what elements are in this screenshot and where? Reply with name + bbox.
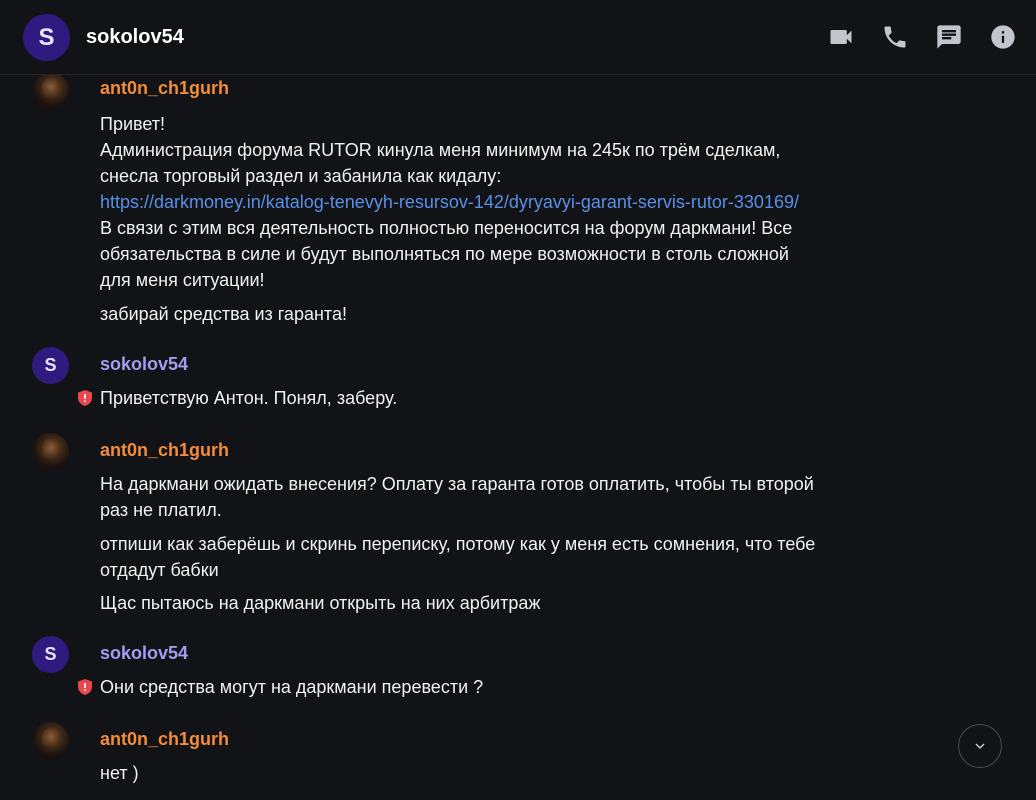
contact-name[interactable]: sokolov54 (86, 25, 184, 49)
message-list[interactable]: ant0n_ch1gurh Привет! Администрация фору… (0, 75, 1036, 800)
message-text: забирай средства из гаранта! (100, 304, 347, 324)
message-text: В связи с этим вся деятельность полность… (100, 218, 793, 238)
chat-button[interactable] (934, 22, 964, 52)
message-text: для меня ситуации! (100, 270, 265, 290)
header-actions (826, 22, 1018, 52)
avatar[interactable] (32, 722, 69, 759)
avatar[interactable] (32, 75, 69, 109)
message-text: раз не платил. (100, 500, 222, 520)
scroll-to-bottom-button[interactable] (958, 724, 1002, 768)
message-text: обязательства в силе и будут выполняться… (100, 244, 789, 264)
message-text: На даркмани ожидать внесения? Оплату за … (100, 474, 814, 494)
message-author[interactable]: ant0n_ch1gurh (100, 728, 229, 750)
info-icon (991, 25, 1015, 49)
contact-avatar[interactable]: S (23, 14, 70, 61)
message-text: Привет! (100, 114, 166, 134)
chevron-down-icon (975, 743, 985, 749)
chat-icon (937, 25, 961, 49)
avatar[interactable]: S (32, 347, 69, 384)
avatar[interactable]: S (32, 636, 69, 673)
avatar[interactable] (32, 433, 69, 470)
video-call-icon (830, 30, 852, 44)
message-author[interactable]: ant0n_ch1gurh (100, 439, 229, 461)
message-author[interactable]: sokolov54 (100, 642, 188, 664)
message-text: отпиши как заберёшь и скринь переписку, … (100, 534, 816, 554)
video-call-button[interactable] (826, 22, 856, 52)
message-text: Администрация форума RUTOR кинула меня м… (100, 140, 781, 160)
message-text: Они средства могут на даркмани перевести… (100, 677, 484, 697)
chat-header: S sokolov54 (0, 0, 1036, 75)
phone-icon (884, 26, 906, 48)
info-button[interactable] (988, 22, 1018, 52)
voice-call-button[interactable] (880, 22, 910, 52)
message-text: Щас пытаюсь на даркмани открыть на них а… (100, 593, 541, 613)
message-text: снесла торговый раздел и забанила как ки… (100, 166, 502, 186)
message-text: отдадут бабки (100, 560, 219, 580)
message-author[interactable]: sokolov54 (100, 353, 188, 375)
message-text: нет ) (100, 763, 139, 783)
message-text: Приветствую Антон. Понял, заберу. (100, 388, 398, 408)
shield-icon (78, 390, 92, 406)
shield-icon (78, 679, 92, 695)
message-link[interactable]: https://darkmoney.in/katalog-tenevyh-res… (100, 189, 870, 215)
message-author[interactable]: ant0n_ch1gurh (100, 77, 229, 99)
